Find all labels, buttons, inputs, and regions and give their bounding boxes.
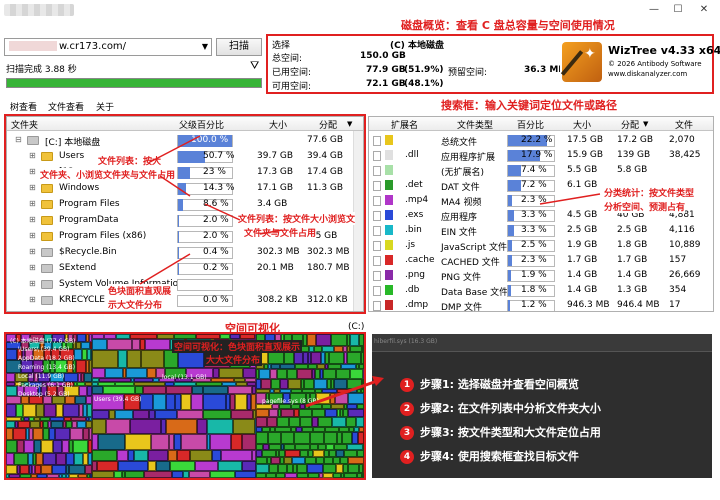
treemap-to-steps-arrow	[305, 376, 384, 408]
